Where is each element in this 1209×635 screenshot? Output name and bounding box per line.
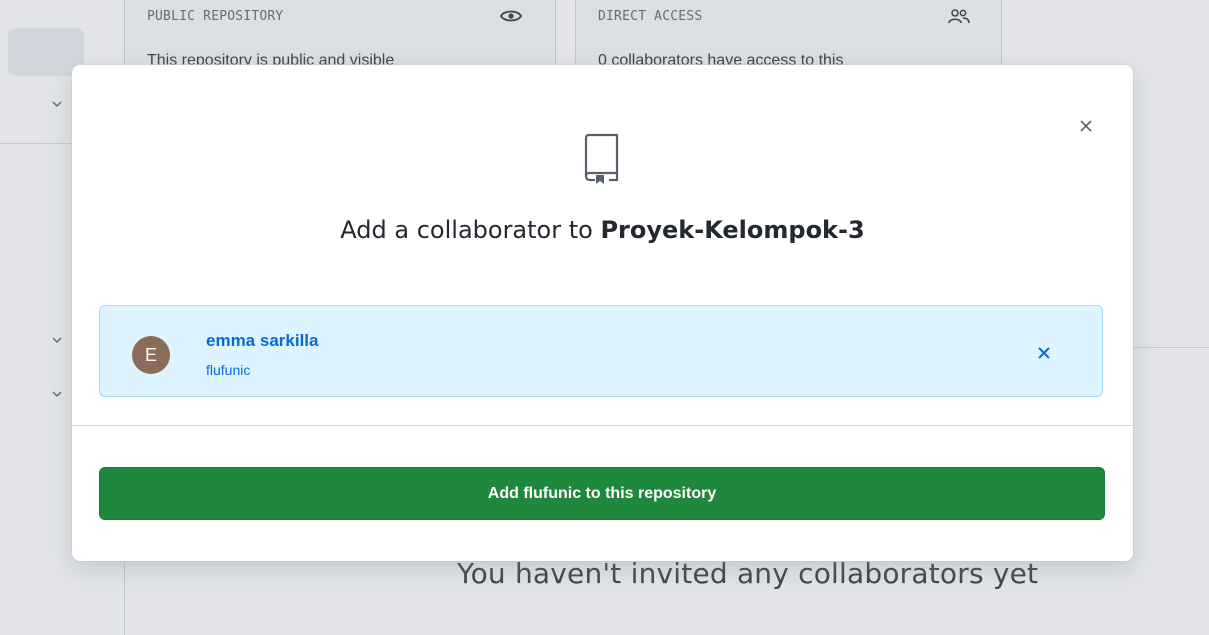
- selected-collaborator: E emma sarkilla flufunic: [99, 305, 1103, 397]
- close-icon[interactable]: [1075, 115, 1097, 137]
- add-collaborator-button[interactable]: Add flufunic to this repository: [99, 467, 1105, 520]
- remove-user-button[interactable]: [1034, 343, 1054, 363]
- user-login[interactable]: flufunic: [206, 362, 250, 378]
- add-collaborator-dialog: Add a collaborator to Proyek-Kelompok-3 …: [72, 65, 1133, 561]
- repository-name: Proyek-Kelompok-3: [600, 216, 865, 244]
- dialog-divider: [72, 425, 1133, 426]
- repo-icon: [583, 132, 621, 184]
- close-icon: [1038, 347, 1050, 359]
- dialog-title-prefix: Add a collaborator to: [340, 216, 601, 244]
- avatar: E: [132, 336, 170, 374]
- dialog-title: Add a collaborator to Proyek-Kelompok-3: [72, 216, 1133, 244]
- user-display-name[interactable]: emma sarkilla: [206, 331, 318, 351]
